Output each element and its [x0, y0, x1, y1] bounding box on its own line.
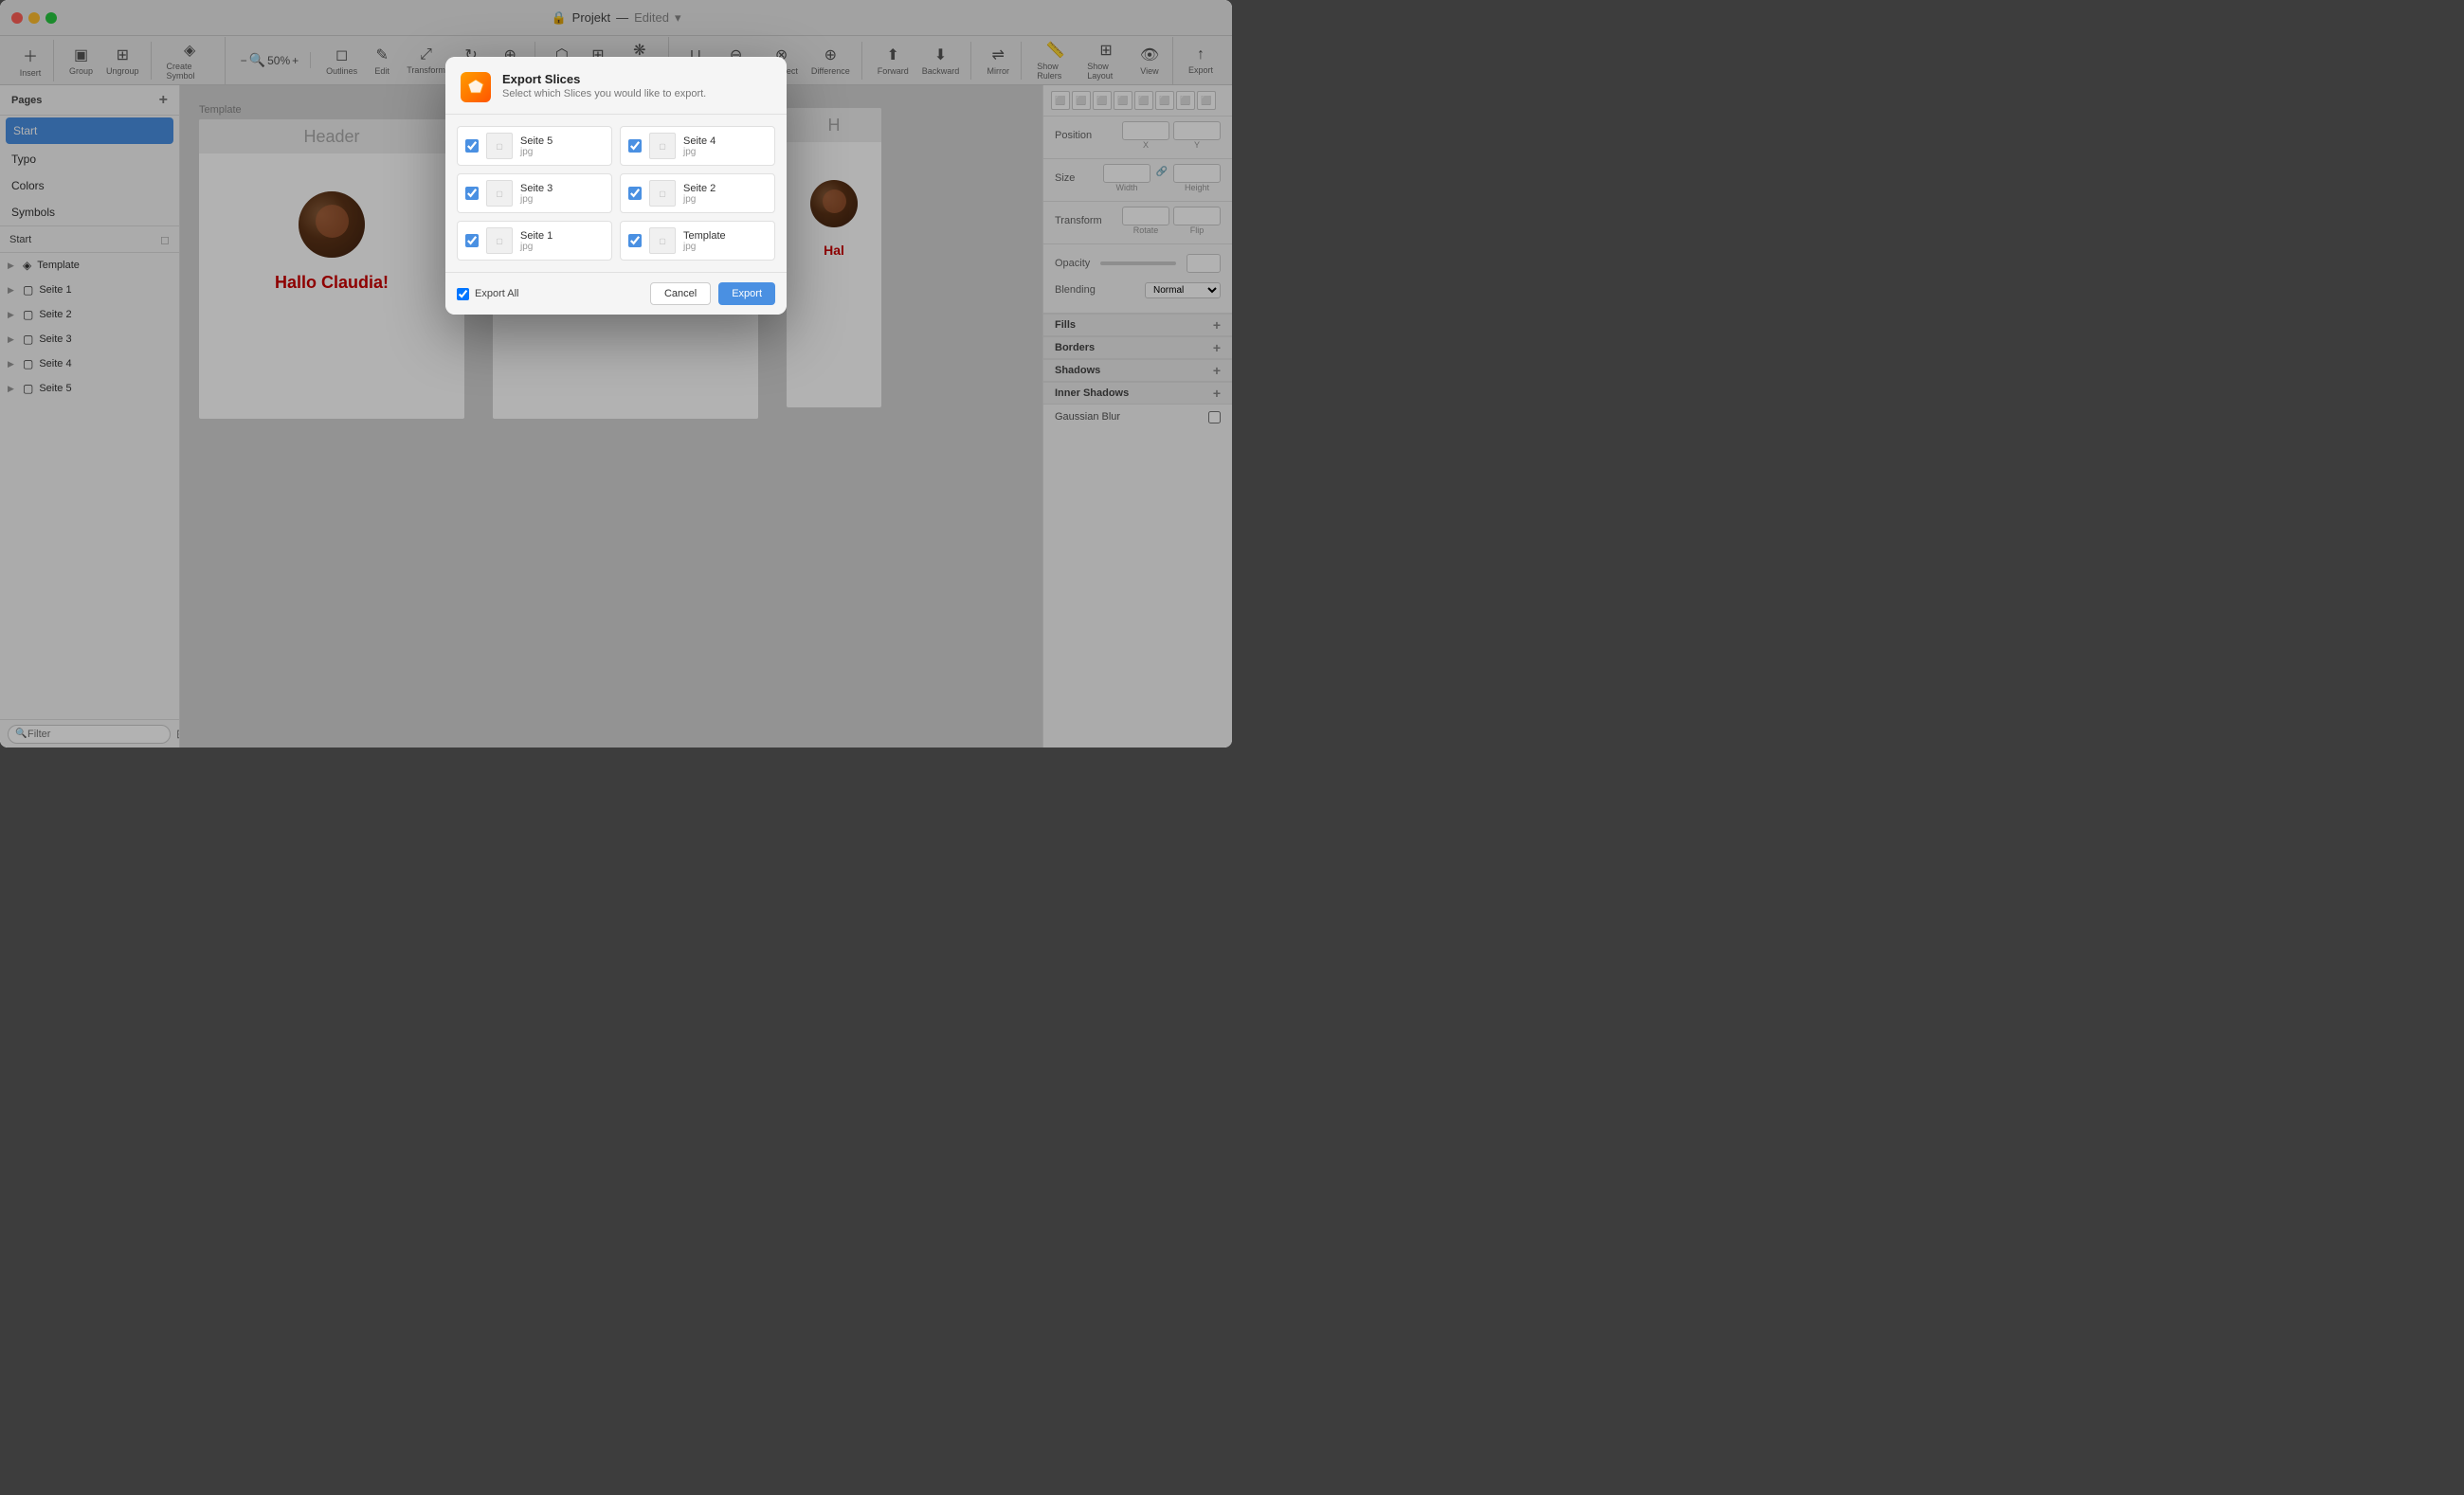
slice-info-seite2: Seite 2 jpg: [683, 183, 716, 205]
slice-info-seite4: Seite 4 jpg: [683, 135, 716, 157]
modal-overlay: Export Slices Select which Slices you wo…: [0, 0, 1232, 748]
slice-info-seite5: Seite 5 jpg: [520, 135, 553, 157]
cancel-button[interactable]: Cancel: [650, 282, 711, 305]
slice-item-seite3: ▢ Seite 3 jpg: [457, 173, 612, 213]
slice-item-seite4: ▢ Seite 4 jpg: [620, 126, 775, 166]
slice-item-seite1: ▢ Seite 1 jpg: [457, 221, 612, 261]
slice-thumb-seite5: ▢: [486, 133, 513, 159]
slice-item-seite5: ▢ Seite 5 jpg: [457, 126, 612, 166]
slice-checkbox-seite3[interactable]: [465, 187, 479, 200]
modal-header: Export Slices Select which Slices you wo…: [445, 57, 787, 115]
modal-header-text: Export Slices Select which Slices you wo…: [502, 72, 706, 99]
slice-item-template: ▢ Template jpg: [620, 221, 775, 261]
slice-thumb-seite1: ▢: [486, 227, 513, 254]
slice-item-seite2: ▢ Seite 2 jpg: [620, 173, 775, 213]
slice-checkbox-seite1[interactable]: [465, 234, 479, 247]
slice-checkbox-template[interactable]: [628, 234, 642, 247]
modal-buttons: Cancel Export: [650, 282, 775, 305]
slices-grid: ▢ Seite 5 jpg ▢ Seite 4 jpg: [457, 126, 775, 261]
export-all-label[interactable]: Export All: [457, 288, 518, 300]
slice-info-seite1: Seite 1 jpg: [520, 230, 553, 252]
modal-title: Export Slices: [502, 72, 706, 86]
slice-info-template: Template jpg: [683, 230, 726, 252]
slice-thumb-seite2: ▢: [649, 180, 676, 207]
modal-body: ▢ Seite 5 jpg ▢ Seite 4 jpg: [445, 115, 787, 272]
slice-checkbox-seite5[interactable]: [465, 139, 479, 153]
slice-checkbox-seite4[interactable]: [628, 139, 642, 153]
slice-thumb-seite3: ▢: [486, 180, 513, 207]
app-window: 🔒 Projekt — Edited ▾ ＋ Insert ▣ Group ⊞ …: [0, 0, 1232, 748]
slice-thumb-template: ▢: [649, 227, 676, 254]
slice-checkbox-seite2[interactable]: [628, 187, 642, 200]
modal-footer: Export All Cancel Export: [445, 272, 787, 315]
slice-info-seite3: Seite 3 jpg: [520, 183, 553, 205]
export-all-checkbox[interactable]: [457, 288, 469, 300]
export-button[interactable]: Export: [718, 282, 775, 305]
slice-thumb-seite4: ▢: [649, 133, 676, 159]
export-slices-modal: Export Slices Select which Slices you wo…: [445, 57, 787, 315]
sketch-app-icon: [461, 72, 491, 102]
modal-subtitle: Select which Slices you would like to ex…: [502, 88, 706, 99]
